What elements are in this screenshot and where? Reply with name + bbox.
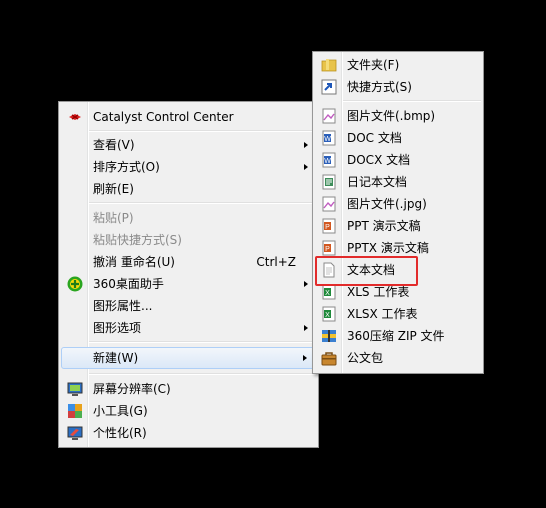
screen-resolution-icon bbox=[67, 381, 83, 397]
briefcase-icon bbox=[321, 350, 337, 366]
menu-item-refresh[interactable]: 刷新(E) bbox=[61, 178, 316, 200]
menu-item-new[interactable]: 新建(W) bbox=[61, 347, 316, 369]
new-item-doc[interactable]: W DOC 文档 bbox=[315, 127, 481, 149]
menu-item-label: 刷新(E) bbox=[93, 182, 134, 196]
menu-item-label: 撤消 重命名(U) bbox=[93, 255, 175, 269]
menu-item-view[interactable]: 查看(V) bbox=[61, 134, 316, 156]
menu-item-label: 查看(V) bbox=[93, 138, 135, 152]
menu-item-label: 粘贴快捷方式(S) bbox=[93, 233, 182, 247]
menu-item-label: 粘贴(P) bbox=[93, 211, 134, 225]
submenu-arrow-icon bbox=[304, 281, 308, 287]
submenu-arrow-icon bbox=[304, 142, 308, 148]
xls-file-icon: X bbox=[321, 284, 337, 300]
ppt-file-icon: P bbox=[321, 218, 337, 234]
new-item-shortcut[interactable]: 快捷方式(S) bbox=[315, 76, 481, 98]
menu-item-label: 文件夹(F) bbox=[347, 58, 400, 72]
menu-item-label: 个性化(R) bbox=[93, 426, 147, 440]
catalyst-icon bbox=[67, 109, 83, 125]
desktop-context-menu: Catalyst Control Center 查看(V) 排序方式(O) 刷新… bbox=[58, 101, 319, 448]
folder-icon bbox=[321, 57, 337, 73]
svg-text:W: W bbox=[324, 158, 331, 165]
new-submenu: 文件夹(F) 快捷方式(S) 图片文件(.bmp) W DOC 文档 W DOC… bbox=[312, 51, 484, 374]
menu-item-label: 日记本文档 bbox=[347, 175, 408, 189]
menu-item-label: XLSX 工作表 bbox=[347, 307, 418, 321]
doc-file-icon: W bbox=[321, 130, 337, 146]
360-assistant-icon bbox=[67, 276, 83, 292]
menu-item-label: 公文包 bbox=[347, 351, 384, 365]
submenu-arrow-icon bbox=[304, 325, 308, 331]
menu-item-personalize[interactable]: 个性化(R) bbox=[61, 422, 316, 444]
jpg-image-icon bbox=[321, 196, 337, 212]
menu-item-label: 屏幕分辨率(C) bbox=[93, 382, 171, 396]
menu-item-screen-resolution[interactable]: 屏幕分辨率(C) bbox=[61, 378, 316, 400]
svg-text:W: W bbox=[324, 136, 331, 143]
gadgets-icon bbox=[67, 403, 83, 419]
menu-item-sort-by[interactable]: 排序方式(O) bbox=[61, 156, 316, 178]
menu-separator bbox=[89, 373, 316, 375]
menu-item-label: 快捷方式(S) bbox=[347, 80, 412, 94]
svg-text:X: X bbox=[325, 290, 330, 297]
zip-archive-icon bbox=[321, 328, 337, 344]
menu-item-label: Catalyst Control Center bbox=[93, 110, 234, 124]
menu-separator bbox=[89, 202, 316, 204]
menu-item-paste: 粘贴(P) bbox=[61, 207, 316, 229]
menu-separator bbox=[343, 100, 481, 102]
svg-text:P: P bbox=[325, 224, 330, 231]
menu-separator bbox=[89, 130, 316, 132]
menu-item-360-desktop-assistant[interactable]: 360桌面助手 bbox=[61, 273, 316, 295]
menu-item-label: 360桌面助手 bbox=[93, 277, 164, 291]
new-item-folder[interactable]: 文件夹(F) bbox=[315, 54, 481, 76]
menu-item-label: 排序方式(O) bbox=[93, 160, 160, 174]
menu-item-shortcut: Ctrl+Z bbox=[256, 255, 296, 269]
pptx-file-icon: P bbox=[321, 240, 337, 256]
menu-item-label: 新建(W) bbox=[93, 351, 139, 365]
menu-item-label: 360压缩 ZIP 文件 bbox=[347, 329, 445, 343]
menu-item-paste-shortcut: 粘贴快捷方式(S) bbox=[61, 229, 316, 251]
menu-item-label: 图片文件(.jpg) bbox=[347, 197, 427, 211]
menu-item-label: 图形属性... bbox=[93, 299, 153, 313]
menu-item-label: 图片文件(.bmp) bbox=[347, 109, 436, 123]
new-item-360-zip[interactable]: 360压缩 ZIP 文件 bbox=[315, 325, 481, 347]
menu-item-label: PPT 演示文稿 bbox=[347, 219, 421, 233]
bmp-image-icon bbox=[321, 108, 337, 124]
menu-item-graphics-options[interactable]: 图形选项 bbox=[61, 317, 316, 339]
new-item-docx[interactable]: W DOCX 文档 bbox=[315, 149, 481, 171]
annotation-highlight-box bbox=[315, 256, 418, 286]
menu-item-label: XLS 工作表 bbox=[347, 285, 410, 299]
new-item-bmp-image[interactable]: 图片文件(.bmp) bbox=[315, 105, 481, 127]
submenu-arrow-icon bbox=[303, 355, 307, 361]
new-item-briefcase[interactable]: 公文包 bbox=[315, 347, 481, 369]
svg-text:P: P bbox=[325, 246, 330, 253]
menu-item-gadgets[interactable]: 小工具(G) bbox=[61, 400, 316, 422]
menu-item-graphics-properties[interactable]: 图形属性... bbox=[61, 295, 316, 317]
submenu-arrow-icon bbox=[304, 164, 308, 170]
new-item-xlsx[interactable]: X XLSX 工作表 bbox=[315, 303, 481, 325]
personalize-icon bbox=[67, 425, 83, 441]
journal-file-icon bbox=[321, 174, 337, 190]
menu-item-label: 小工具(G) bbox=[93, 404, 148, 418]
xlsx-file-icon: X bbox=[321, 306, 337, 322]
new-item-journal[interactable]: 日记本文档 bbox=[315, 171, 481, 193]
svg-text:X: X bbox=[325, 312, 330, 319]
new-item-jpg-image[interactable]: 图片文件(.jpg) bbox=[315, 193, 481, 215]
new-item-ppt[interactable]: P PPT 演示文稿 bbox=[315, 215, 481, 237]
menu-item-label: DOC 文档 bbox=[347, 131, 402, 145]
shortcut-icon bbox=[321, 79, 337, 95]
menu-item-catalyst-control-center[interactable]: Catalyst Control Center bbox=[61, 106, 316, 128]
menu-separator bbox=[89, 341, 316, 343]
menu-item-undo-rename[interactable]: 撤消 重命名(U) Ctrl+Z bbox=[61, 251, 316, 273]
menu-item-label: DOCX 文档 bbox=[347, 153, 411, 167]
menu-item-label: PPTX 演示文稿 bbox=[347, 241, 429, 255]
docx-file-icon: W bbox=[321, 152, 337, 168]
menu-item-label: 图形选项 bbox=[93, 321, 142, 335]
